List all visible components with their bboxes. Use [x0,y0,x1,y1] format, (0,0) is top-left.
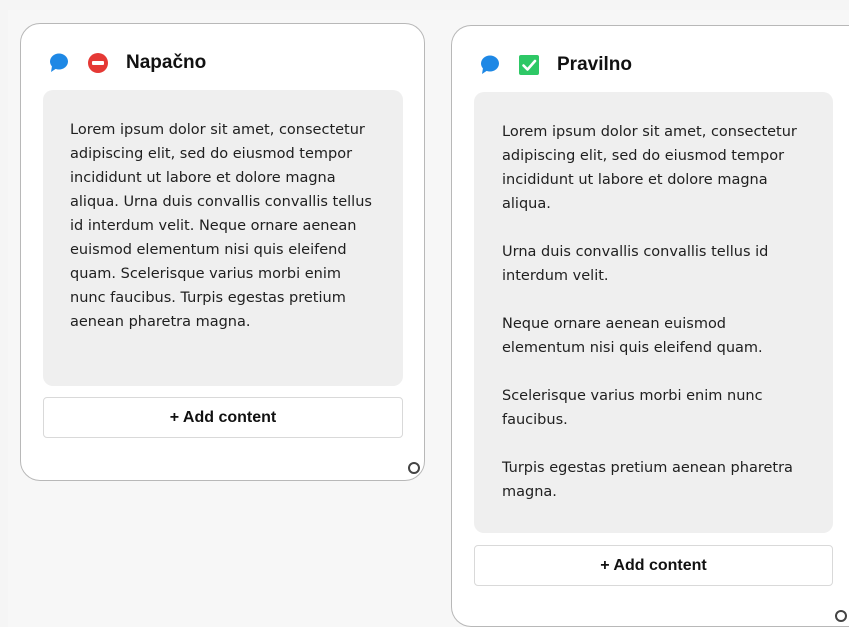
resize-handle[interactable] [408,462,420,474]
paragraph: Turpis egestas pretium aenean pharetra m… [502,460,793,500]
card-correct: Pravilno Lorem ipsum dolor sit amet, con… [451,25,849,627]
add-content-button[interactable]: + Add content [43,397,403,438]
paragraph: Lorem ipsum dolor sit amet, consectetur … [70,122,372,330]
card-incorrect: Napačno Lorem ipsum dolor sit amet, cons… [20,23,425,481]
paragraph: Scelerisque varius morbi enim nunc fauci… [502,388,763,428]
resize-handle[interactable] [835,610,847,622]
speech-bubble-icon[interactable] [47,51,71,75]
check-box-icon [517,53,541,77]
paragraph: Neque ornare aenean euismod elementum ni… [502,316,763,356]
content-box[interactable]: Lorem ipsum dolor sit amet, consectetur … [474,92,833,533]
card-header: Napačno [47,51,206,75]
add-content-button[interactable]: + Add content [474,545,833,586]
card-title: Napačno [126,52,207,73]
content-box[interactable]: Lorem ipsum dolor sit amet, consectetur … [43,90,403,386]
paragraph: Lorem ipsum dolor sit amet, consectetur … [502,124,797,212]
card-title: Pravilno [557,54,632,75]
card-header: Pravilno [478,53,632,77]
paragraph: Urna duis convallis convallis tellus id … [502,244,769,284]
speech-bubble-icon[interactable] [478,53,502,77]
no-entry-icon [86,51,110,75]
